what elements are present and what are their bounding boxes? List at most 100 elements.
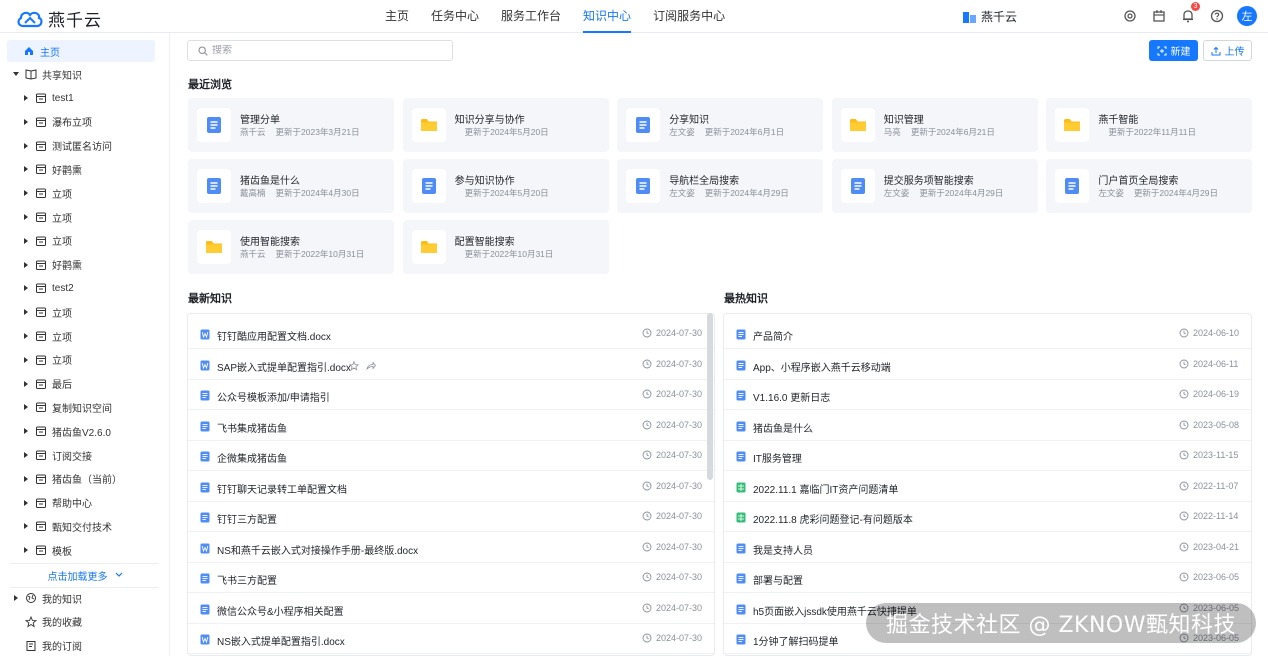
hottest-list-item[interactable]: 2022.11.1 嘉临门IT资产问题清单 2022-11-07 bbox=[724, 472, 1251, 502]
caret-right-icon[interactable] bbox=[22, 213, 30, 221]
sidebar-space-16[interactable]: 猪齿鱼（当前） bbox=[22, 469, 122, 489]
latest-list-item[interactable]: NS嵌入式提单配置指引.docx 2024-07-30 bbox=[188, 624, 714, 654]
caret-right-icon[interactable] bbox=[22, 94, 30, 102]
sidebar-space-2[interactable]: 测试匿名访问 bbox=[22, 136, 112, 156]
hottest-list-item[interactable]: 部署与配置 2023-06-05 bbox=[724, 563, 1251, 593]
hottest-list-item[interactable]: 2022.11.8 虎彩问题登记-有问题版本 2022-11-14 bbox=[724, 502, 1251, 532]
app-logo[interactable]: 燕千云 bbox=[16, 6, 102, 31]
recent-card[interactable]: 知识分享与协作 更新于2024年5月20日 bbox=[402, 98, 609, 152]
latest-list-item[interactable]: SAP嵌入式提单配置指引.docx 2024-07-30 bbox=[188, 350, 714, 380]
recent-card[interactable]: 提交服务项智能搜索 左文姿 更新于2024年4月29日 bbox=[831, 159, 1038, 213]
new-button[interactable]: 新建 bbox=[1149, 40, 1198, 61]
caret-right-icon[interactable] bbox=[22, 308, 30, 316]
recent-card[interactable]: 分享知识 左文姿 更新于2024年6月1日 bbox=[617, 98, 824, 152]
hottest-list-item[interactable]: 猪齿鱼是什么 2023-05-08 bbox=[724, 411, 1251, 441]
caret-right-icon[interactable] bbox=[22, 261, 30, 269]
caret-right-icon[interactable] bbox=[22, 356, 30, 364]
recent-card[interactable]: 燕千智能 更新于2022年11月11日 bbox=[1046, 98, 1253, 152]
sidebar-space-6[interactable]: 立项 bbox=[22, 231, 72, 251]
caret-right-icon[interactable] bbox=[22, 546, 30, 554]
caret-right-icon[interactable] bbox=[22, 475, 30, 483]
help-icon[interactable] bbox=[1206, 5, 1228, 27]
hottest-list-item[interactable]: IT服务管理 2023-11-15 bbox=[724, 441, 1251, 471]
sidebar-space-3[interactable]: 好鹳熏 bbox=[22, 159, 82, 179]
caret-right-icon[interactable] bbox=[22, 189, 30, 197]
recent-card[interactable]: 知识管理 马亮 更新于2024年6月21日 bbox=[831, 98, 1038, 152]
sidebar-footer-1[interactable]: 我的收藏 bbox=[12, 612, 82, 632]
search-input[interactable] bbox=[212, 45, 432, 56]
caret-right-icon[interactable] bbox=[22, 237, 30, 245]
sidebar-space-15[interactable]: 订阅交接 bbox=[22, 445, 92, 465]
recent-card[interactable]: 使用智能搜索 燕千云 更新于2022年10月31日 bbox=[188, 220, 394, 274]
hottest-list-item[interactable]: V1.16.0 更新日志 2024-06-19 bbox=[724, 380, 1251, 410]
calendar-icon[interactable] bbox=[1148, 5, 1170, 27]
caret-right-icon[interactable] bbox=[22, 284, 30, 292]
hottest-list-item[interactable]: App、小程序嵌入燕千云移动端 2024-06-11 bbox=[724, 350, 1251, 380]
latest-list-item[interactable]: 钉钉酷应用配置文档.docx 2024-07-30 bbox=[188, 319, 714, 349]
nav-item-1[interactable]: 任务中心 bbox=[431, 0, 479, 33]
latest-list-scrollbar[interactable] bbox=[707, 313, 713, 480]
caret-right-icon[interactable] bbox=[22, 403, 30, 411]
latest-list-item[interactable]: 企微集成猪齿鱼 2024-07-30 bbox=[188, 441, 714, 471]
sidebar-space-1[interactable]: 瀑布立项 bbox=[22, 112, 92, 132]
caret-right-icon[interactable] bbox=[22, 165, 30, 173]
recent-card[interactable]: 导航栏全局搜索 左文姿 更新于2024年4月29日 bbox=[617, 159, 824, 213]
latest-list-item[interactable]: 飞书三方配置 2024-07-30 bbox=[188, 563, 714, 593]
sidebar-item-shared-knowledge[interactable]: 共享知识 bbox=[12, 64, 82, 84]
recent-card[interactable]: 配置智能搜索 更新于2022年10月31日 bbox=[402, 220, 609, 274]
sidebar-space-10[interactable]: 立项 bbox=[22, 326, 72, 346]
sidebar-space-18[interactable]: 甄知交付技术 bbox=[22, 516, 112, 536]
latest-list-item[interactable]: 公众号模板添加/申请指引 2024-07-30 bbox=[188, 380, 714, 410]
caret-right-icon[interactable] bbox=[22, 380, 30, 388]
nav-item-4[interactable]: 订阅服务中心 bbox=[653, 0, 725, 33]
latest-list-item[interactable]: 微信公众号&小程序相关配置 2024-07-30 bbox=[188, 594, 714, 624]
bell-icon[interactable]: 3 bbox=[1177, 2, 1200, 27]
recent-card[interactable]: 门户首页全局搜索 左文姿 更新于2024年4月29日 bbox=[1046, 159, 1253, 213]
upload-button[interactable]: 上传 bbox=[1203, 40, 1252, 61]
caret-right-icon[interactable] bbox=[22, 451, 30, 459]
load-more-link[interactable]: 点击加载更多 bbox=[0, 566, 170, 584]
latest-list-item[interactable]: NS和燕千云嵌入式对接操作手册-最终版.docx 2024-07-30 bbox=[188, 533, 714, 563]
tenant-switcher[interactable]: 燕千云 bbox=[963, 8, 1017, 25]
sidebar-space-11[interactable]: 立项 bbox=[22, 350, 72, 370]
caret-right-icon[interactable] bbox=[22, 142, 30, 150]
sidebar-space-17[interactable]: 帮助中心 bbox=[22, 493, 92, 513]
sidebar-space-19[interactable]: 模板 bbox=[22, 540, 72, 560]
caret-down-icon[interactable] bbox=[12, 70, 20, 78]
sidebar-space-14[interactable]: 猪齿鱼V2.6.0 bbox=[22, 421, 111, 441]
sidebar-space-7[interactable]: 好鹳熏 bbox=[22, 255, 82, 275]
sidebar-space-12[interactable]: 最后 bbox=[22, 374, 72, 394]
recent-card[interactable]: 猪齿鱼是什么 戴高楠 更新于2024年4月30日 bbox=[188, 159, 394, 213]
latest-list-item[interactable]: 钉钉聊天记录转工单配置文档 2024-07-30 bbox=[188, 472, 714, 502]
settings-icon[interactable] bbox=[1119, 5, 1141, 27]
user-avatar[interactable]: 左 bbox=[1237, 6, 1257, 26]
share-icon[interactable] bbox=[366, 360, 377, 374]
hottest-list-item[interactable]: 产品简介 2024-06-10 bbox=[724, 319, 1251, 349]
caret-right-icon[interactable] bbox=[22, 499, 30, 507]
caret-right-icon[interactable] bbox=[22, 522, 30, 530]
sidebar-space-13[interactable]: 复制知识空间 bbox=[22, 397, 112, 417]
nav-item-2[interactable]: 服务工作台 bbox=[501, 0, 561, 33]
caret-right-icon[interactable] bbox=[12, 594, 20, 602]
sidebar-space-0[interactable]: test1 bbox=[22, 88, 74, 108]
caret-right-icon[interactable] bbox=[22, 118, 30, 126]
sidebar-item-home[interactable]: 主页 bbox=[7, 40, 155, 62]
recent-card[interactable]: 管理分单 燕千云 更新于2023年3月21日 bbox=[188, 98, 394, 152]
favorite-star-icon[interactable] bbox=[348, 360, 360, 374]
latest-list-item[interactable]: 钉钉三方配置 2024-07-30 bbox=[188, 502, 714, 532]
nav-item-0[interactable]: 主页 bbox=[385, 0, 409, 33]
sidebar-space-9[interactable]: 立项 bbox=[22, 302, 72, 322]
recent-card[interactable]: 参与知识协作 更新于2024年5月20日 bbox=[402, 159, 609, 213]
sidebar-footer-2[interactable]: 我的订阅 bbox=[12, 636, 82, 656]
hottest-list-item[interactable]: 我是支持人员 2023-04-21 bbox=[724, 533, 1251, 563]
caret-right-icon[interactable] bbox=[22, 427, 30, 435]
sidebar-footer-0[interactable]: 我的知识 bbox=[12, 588, 82, 608]
nav-item-3[interactable]: 知识中心 bbox=[583, 0, 632, 33]
caret-right-icon[interactable] bbox=[22, 332, 30, 340]
sidebar-space-4[interactable]: 立项 bbox=[22, 183, 72, 203]
sidebar-space-8[interactable]: test2 bbox=[22, 278, 74, 298]
space-icon bbox=[35, 497, 47, 509]
latest-list-item[interactable]: 飞书集成猪齿鱼 2024-07-30 bbox=[188, 411, 714, 441]
search-box[interactable] bbox=[187, 40, 453, 61]
sidebar-space-5[interactable]: 立项 bbox=[22, 207, 72, 227]
